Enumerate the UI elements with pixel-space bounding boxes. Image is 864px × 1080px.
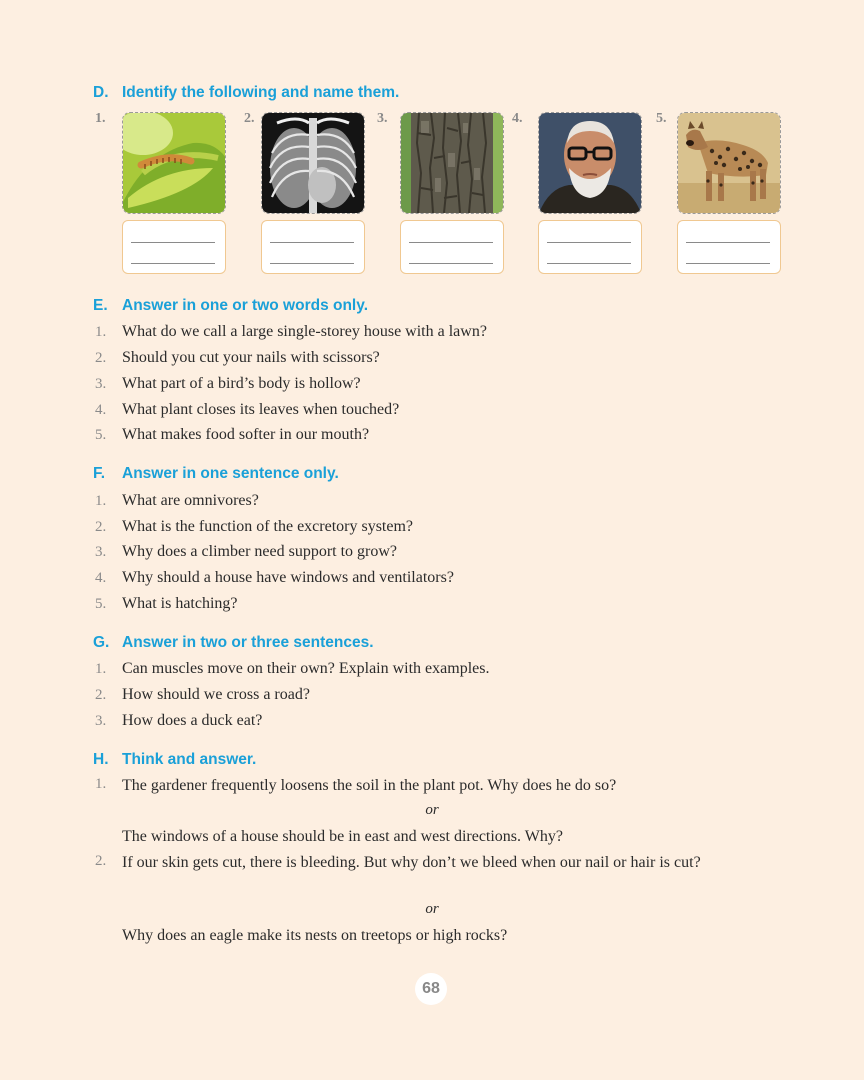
old-man-photo bbox=[538, 112, 642, 214]
image-number: 3. bbox=[377, 111, 388, 126]
venus-flytrap-icon bbox=[123, 113, 225, 213]
question-text: What makes food softer in our mouth? bbox=[122, 426, 370, 443]
answer-box[interactable] bbox=[122, 220, 226, 274]
answer-box[interactable] bbox=[677, 220, 781, 274]
alternative-question-text: Why does an eagle make its nests on tree… bbox=[122, 927, 508, 944]
question-number: 5. bbox=[95, 596, 107, 612]
section-d-heading: D. Identify the following and name them. bbox=[93, 84, 399, 102]
question-number: 5. bbox=[95, 427, 107, 443]
question-text: Why should a house have windows and vent… bbox=[122, 569, 454, 586]
answer-line bbox=[547, 263, 631, 264]
textbook-page: D. Identify the following and name them. … bbox=[0, 0, 864, 1080]
venus-flytrap-photo bbox=[122, 112, 226, 214]
section-g-heading: G. Answer in two or three sentences. bbox=[93, 634, 374, 652]
answer-box[interactable] bbox=[400, 220, 504, 274]
alternative-question-text: The windows of a house should be in east… bbox=[122, 828, 563, 845]
hyena-icon bbox=[678, 113, 780, 213]
answer-line bbox=[270, 263, 354, 264]
or-separator: or bbox=[425, 802, 439, 818]
section-title: Answer in one or two words only. bbox=[122, 297, 369, 314]
tree-bark-icon bbox=[401, 113, 503, 213]
image-number: 5. bbox=[656, 111, 667, 126]
question-text: What is the function of the excretory sy… bbox=[122, 518, 414, 535]
section-letter: G. bbox=[93, 634, 110, 651]
answer-box[interactable] bbox=[261, 220, 365, 274]
image-number: 4. bbox=[512, 111, 523, 126]
section-letter: F. bbox=[93, 465, 106, 482]
page-number: 68 bbox=[415, 973, 447, 1005]
section-title: Identify the following and name them. bbox=[122, 84, 400, 101]
section-letter: H. bbox=[93, 751, 109, 768]
old-man-icon bbox=[539, 113, 641, 213]
answer-line bbox=[686, 263, 770, 264]
question-number: 1. bbox=[95, 661, 107, 677]
image-number: 1. bbox=[95, 111, 106, 126]
question-number: 3. bbox=[95, 376, 107, 392]
question-number: 1. bbox=[95, 776, 107, 792]
section-f-heading: F. Answer in one sentence only. bbox=[93, 465, 339, 483]
section-title: Answer in two or three sentences. bbox=[122, 634, 374, 651]
question-number: 2. bbox=[95, 853, 107, 869]
chest-xray-icon bbox=[262, 113, 364, 213]
answer-line bbox=[270, 242, 354, 243]
question-number: 2. bbox=[95, 350, 107, 366]
section-letter: D. bbox=[93, 84, 109, 101]
question-number: 3. bbox=[95, 544, 107, 560]
answer-line bbox=[547, 242, 631, 243]
question-text: What do we call a large single-storey ho… bbox=[122, 323, 487, 340]
section-title: Answer in one sentence only. bbox=[122, 465, 339, 482]
question-text: How should we cross a road? bbox=[122, 686, 310, 703]
image-number: 2. bbox=[244, 111, 255, 126]
chest-xray-photo bbox=[261, 112, 365, 214]
answer-line bbox=[686, 242, 770, 243]
answer-line bbox=[131, 263, 215, 264]
section-letter: E. bbox=[93, 297, 108, 314]
question-text: How does a duck eat? bbox=[122, 712, 263, 729]
question-number: 2. bbox=[95, 519, 107, 535]
answer-box[interactable] bbox=[538, 220, 642, 274]
question-text: What is hatching? bbox=[122, 595, 238, 612]
answer-line bbox=[409, 242, 493, 243]
question-number: 4. bbox=[95, 570, 107, 586]
question-text: Why does a climber need support to grow? bbox=[122, 543, 398, 560]
question-number: 1. bbox=[95, 493, 107, 509]
tree-bark-photo bbox=[400, 112, 504, 214]
section-e-heading: E. Answer in one or two words only. bbox=[93, 297, 368, 315]
question-text: The gardener frequently loosens the soil… bbox=[122, 777, 617, 794]
section-h-heading: H. Think and answer. bbox=[93, 751, 256, 769]
question-number: 1. bbox=[95, 324, 107, 340]
question-text: Can muscles move on their own? Explain w… bbox=[122, 660, 490, 677]
question-text: What part of a bird’s body is hollow? bbox=[122, 375, 361, 392]
question-number: 2. bbox=[95, 687, 107, 703]
answer-line bbox=[409, 263, 493, 264]
question-text: If our skin gets cut, there is bleeding.… bbox=[122, 854, 701, 871]
question-text: Should you cut your nails with scissors? bbox=[122, 349, 380, 366]
question-number: 4. bbox=[95, 402, 107, 418]
hyena-photo bbox=[677, 112, 781, 214]
or-separator: or bbox=[425, 901, 439, 917]
question-number: 3. bbox=[95, 713, 107, 729]
question-text: What are omnivores? bbox=[122, 492, 259, 509]
answer-line bbox=[131, 242, 215, 243]
question-text: What plant closes its leaves when touche… bbox=[122, 401, 400, 418]
section-title: Think and answer. bbox=[122, 751, 257, 768]
